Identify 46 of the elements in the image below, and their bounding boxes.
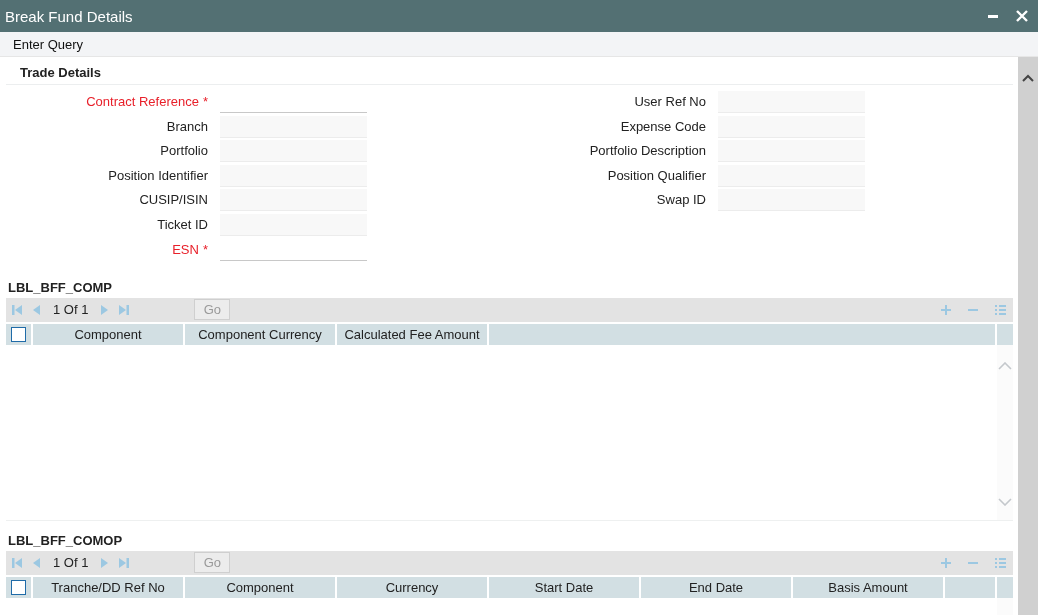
first-page-icon[interactable] [11, 303, 23, 316]
select-all-checkbox[interactable] [11, 326, 26, 342]
scroll-down-icon[interactable] [998, 497, 1012, 506]
column-header[interactable]: Basis Amount [793, 576, 945, 598]
field-label: Swap ID [655, 191, 706, 210]
add-icon[interactable] [940, 556, 952, 569]
field-label: Position Identifier [107, 166, 208, 185]
page-indicator: 1 Of 1 [53, 555, 89, 571]
required-marker: * [202, 94, 208, 109]
column-header[interactable]: Calculated Fee Amount [337, 323, 489, 345]
field-label: Position Qualifier [606, 166, 706, 185]
list-icon[interactable] [994, 556, 1007, 569]
field-label: ESN * [171, 240, 208, 259]
window-title: Break Fund Details [5, 7, 133, 25]
field-label: Portfolio Description [589, 142, 706, 161]
field-label: Expense Code [619, 117, 706, 136]
last-page-icon[interactable] [118, 556, 131, 569]
menu-item[interactable]: Enter Query [13, 36, 84, 52]
column-header[interactable]: Component [185, 576, 337, 598]
column-header[interactable]: End Date [641, 576, 793, 598]
last-page-icon[interactable] [118, 303, 131, 316]
field-label: Contract Reference * [86, 93, 208, 111]
first-page-icon[interactable] [11, 556, 23, 569]
scrollbar[interactable] [1018, 57, 1038, 615]
column-header[interactable]: Tranche/DD Ref No [33, 576, 185, 598]
column-header[interactable]: Component Currency [185, 323, 337, 345]
close-icon[interactable] [1016, 10, 1028, 22]
field-label: Portfolio [159, 142, 208, 161]
previous-page-icon[interactable] [31, 303, 41, 316]
scroll-up-icon[interactable] [1022, 74, 1034, 82]
column-header[interactable]: Component [33, 323, 185, 345]
column-header[interactable]: Start Date [489, 576, 641, 598]
field-label: User Ref No [633, 93, 706, 111]
page-indicator: 1 Of 1 [53, 302, 89, 318]
add-icon[interactable] [940, 303, 952, 316]
section-title: Trade Details [6, 65, 1013, 85]
required-marker: * [202, 241, 208, 257]
grid-title: LBL_BFF_COMOP [7, 532, 124, 550]
field-label: CUSIP/ISIN [138, 191, 208, 210]
column-header[interactable]: Currency [337, 576, 489, 598]
field-label: Ticket ID [156, 215, 208, 234]
list-icon[interactable] [994, 303, 1007, 316]
select-all-checkbox[interactable] [11, 579, 26, 595]
previous-page-icon[interactable] [31, 556, 41, 569]
grid-title: LBL_BFF_COMP [7, 279, 113, 297]
field-label: Branch [165, 117, 208, 136]
